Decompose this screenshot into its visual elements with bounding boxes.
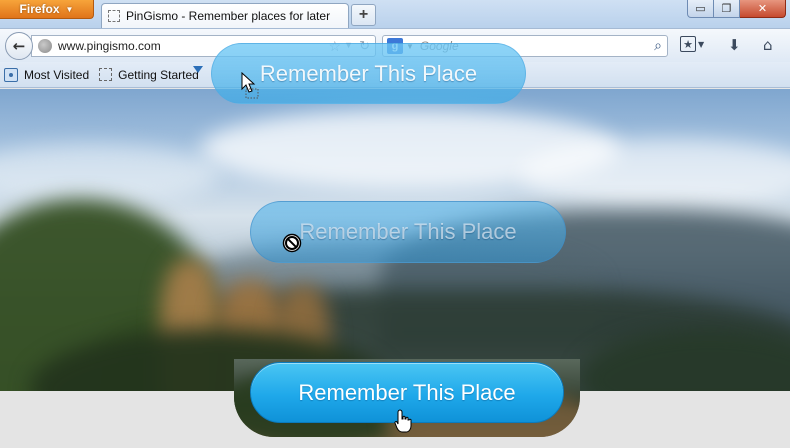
bookmarks-menu-button[interactable]: ★ ▼ [680,36,710,52]
title-bar: Firefox ▼ PinGismo - Remember places for… [0,0,790,28]
home-icon[interactable]: ⌂ [763,36,773,54]
close-button[interactable]: ✕ [740,0,786,18]
chevron-down-icon: ▼ [698,39,705,49]
bookmark-getting-started[interactable]: Getting Started [118,68,199,82]
page-icon [99,68,113,81]
minimize-button[interactable]: ▭ [687,0,714,18]
url-text: www.pingismo.com [58,39,161,53]
arrow-drag-cursor-icon [241,72,259,99]
cloud [0,144,220,204]
close-icon: ✕ [757,2,768,15]
back-arrow-icon: ← [12,37,26,55]
search-icon[interactable]: ⌕ [654,37,662,54]
drop-indicator-icon [193,66,203,73]
firefox-menu-button[interactable]: Firefox ▼ [0,0,94,19]
bookmark-most-visited[interactable]: Most Visited [24,68,89,82]
minimize-icon: ▭ [695,2,706,15]
maximize-button[interactable]: ❐ [714,0,740,18]
restore-icon: ❐ [721,2,732,15]
chevron-down-icon: ▼ [65,4,74,14]
hand-pointer-cursor-icon [394,409,412,433]
remember-place-button-disabled: Remember This Place [250,201,566,263]
globe-icon [38,39,52,53]
back-button[interactable]: ← [5,32,33,60]
download-icon[interactable]: ⬇ [728,36,741,54]
most-visited-icon [4,67,18,82]
new-tab-button[interactable]: + [351,4,376,26]
tab-pingismo[interactable]: PinGismo - Remember places for later [101,3,349,28]
cloud [520,139,790,209]
window-controls: ▭ ❐ ✕ [687,0,786,18]
firefox-menu-label: Firefox [19,2,60,16]
bookmarks-star-icon: ★ [680,36,696,52]
not-allowed-cursor-icon [282,233,302,253]
page-icon [108,10,120,22]
tab-title: PinGismo - Remember places for later [126,9,331,23]
